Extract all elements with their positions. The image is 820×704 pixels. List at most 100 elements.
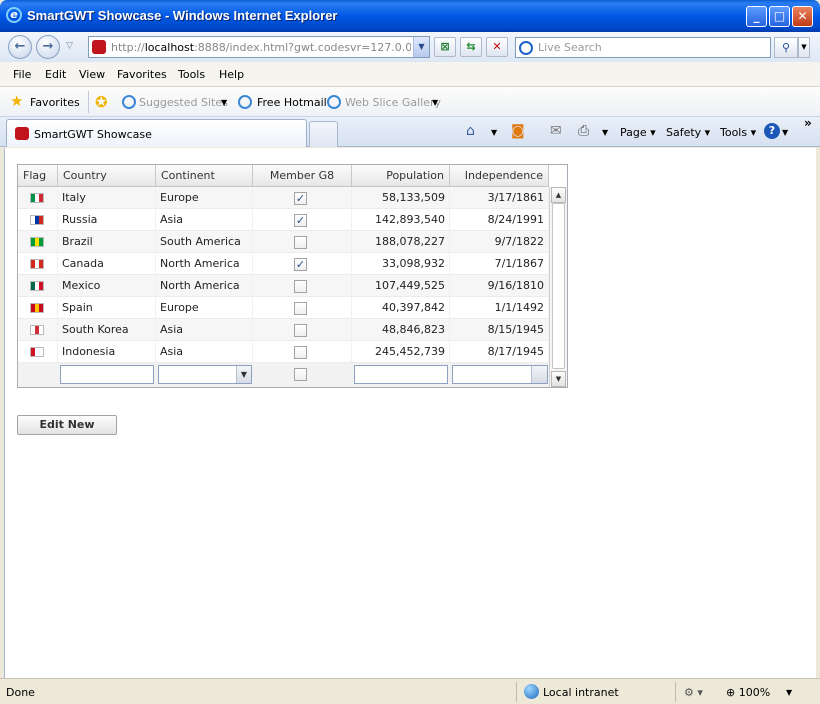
country-cell: Spain	[58, 297, 156, 319]
favorites-button[interactable]: Favorites	[30, 96, 80, 109]
menu-file[interactable]: File	[13, 68, 31, 81]
table-row[interactable]: Canada North America ✓ 33,098,932 7/1/1867	[18, 253, 549, 275]
suggested-sites-dropdown-icon[interactable]: ▼	[221, 98, 227, 107]
country-cell: Indonesia	[58, 341, 156, 363]
scroll-up-icon[interactable]: ▲	[551, 187, 566, 203]
header-member-g8[interactable]: Member G8	[253, 165, 352, 187]
member-g8-edit-checkbox[interactable]	[294, 368, 307, 381]
address-bar[interactable]: http://localhost:8888/index.html?gwt.cod…	[88, 36, 430, 58]
continent-cell: South America	[156, 231, 253, 253]
search-input[interactable]: Live Search	[515, 37, 771, 58]
header-population[interactable]: Population	[352, 165, 450, 187]
help-dropdown-icon[interactable]: ▼	[782, 128, 788, 137]
continent-edit-select[interactable]: ▼	[158, 365, 252, 384]
table-row[interactable]: Brazil South America 188,078,227 9/7/1822	[18, 231, 549, 253]
table-row[interactable]: Italy Europe ✓ 58,133,509 3/17/1861	[18, 187, 549, 209]
stop-button[interactable]: ✕	[486, 37, 508, 57]
table-row[interactable]: Indonesia Asia 245,452,739 8/17/1945	[18, 341, 549, 363]
flag-icon	[30, 281, 44, 291]
table-row[interactable]: Spain Europe 40,397,842 1/1/1492	[18, 297, 549, 319]
population-edit-input[interactable]	[354, 365, 448, 384]
zoom-level[interactable]: ⊕ 100%	[726, 686, 770, 699]
status-divider	[675, 682, 676, 702]
continent-cell: North America	[156, 253, 253, 275]
flag-cell	[18, 341, 58, 363]
intranet-zone-icon	[524, 684, 539, 699]
menu-bar: File Edit View Favorites Tools Help	[0, 62, 820, 87]
compatibility-view-button[interactable]: ⊠	[434, 37, 456, 57]
free-hotmail-link[interactable]: Free Hotmail	[257, 96, 327, 109]
continent-cell: Europe	[156, 187, 253, 209]
help-icon[interactable]: ?	[764, 123, 780, 139]
member-g8-checkbox[interactable]	[294, 280, 307, 293]
independence-edit-input[interactable]	[452, 365, 548, 384]
maximize-button[interactable]: □	[769, 6, 790, 27]
new-tab-button[interactable]	[309, 121, 338, 147]
page-menu[interactable]: Page ▾	[620, 126, 656, 139]
address-url[interactable]: http://localhost:8888/index.html?gwt.cod…	[111, 41, 411, 54]
title-bar: e SmartGWT Showcase - Windows Internet E…	[0, 0, 820, 32]
country-edit-input[interactable]	[60, 365, 154, 384]
menu-view[interactable]: View	[79, 68, 105, 81]
tab-smartgwt-showcase[interactable]: SmartGWT Showcase	[6, 119, 307, 147]
grid-vertical-scrollbar[interactable]: ▲ ▼	[549, 187, 567, 387]
home-icon[interactable]: ⌂	[466, 123, 475, 139]
search-options-button[interactable]: ▼	[798, 37, 810, 58]
refresh-button[interactable]: ⇆	[460, 37, 482, 57]
member-g8-checkbox[interactable]: ✓	[294, 192, 307, 205]
population-cell: 33,098,932	[352, 253, 450, 275]
scroll-thumb[interactable]	[552, 203, 565, 369]
back-button[interactable]: ←	[8, 35, 32, 59]
web-slice-gallery-link[interactable]: Web Slice Gallery	[345, 96, 441, 109]
suggested-sites-link[interactable]: Suggested Sites	[139, 96, 228, 109]
country-cell: Brazil	[58, 231, 156, 253]
member-g8-checkbox[interactable]	[294, 324, 307, 337]
flag-cell	[18, 253, 58, 275]
scroll-down-icon[interactable]: ▼	[551, 371, 566, 387]
header-country[interactable]: Country	[58, 165, 156, 187]
menu-help[interactable]: Help	[219, 68, 244, 81]
chevron-down-icon[interactable]: ▼	[236, 366, 251, 383]
feeds-icon[interactable]: ◙	[511, 123, 525, 139]
forward-button[interactable]: →	[36, 35, 60, 59]
print-icon[interactable]: ⎙	[578, 123, 589, 139]
table-row[interactable]: Mexico North America 107,449,525 9/16/1810	[18, 275, 549, 297]
member-g8-cell	[253, 341, 352, 363]
member-g8-cell	[253, 275, 352, 297]
address-dropdown-button[interactable]: ▼	[413, 37, 429, 57]
member-g8-checkbox[interactable]	[294, 346, 307, 359]
home-dropdown-icon[interactable]: ▼	[491, 128, 497, 137]
tools-menu[interactable]: Tools ▾	[720, 126, 756, 139]
header-continent[interactable]: Continent	[156, 165, 253, 187]
flag-icon	[30, 347, 44, 357]
menu-favorites[interactable]: Favorites	[117, 68, 167, 81]
table-row[interactable]: Russia Asia ✓ 142,893,540 8/24/1991	[18, 209, 549, 231]
member-g8-checkbox[interactable]: ✓	[294, 258, 307, 271]
history-dropdown-icon[interactable]: ▽	[66, 41, 73, 51]
member-g8-checkbox[interactable]: ✓	[294, 214, 307, 227]
member-g8-checkbox[interactable]	[294, 236, 307, 249]
print-dropdown-icon[interactable]: ▼	[602, 128, 608, 137]
web-slice-dropdown-icon[interactable]: ▼	[432, 98, 438, 107]
read-mail-icon[interactable]: ✉	[550, 123, 562, 139]
continent-cell: Asia	[156, 209, 253, 231]
tab-favicon-icon	[15, 127, 29, 140]
close-button[interactable]: ✕	[792, 6, 813, 27]
safety-menu[interactable]: Safety ▾	[666, 126, 710, 139]
minimize-button[interactable]: _	[746, 6, 767, 27]
table-row[interactable]: South Korea Asia 48,846,823 8/15/1945	[18, 319, 549, 341]
protected-mode-icon[interactable]: ⚙ ▾	[684, 686, 703, 699]
member-g8-checkbox[interactable]	[294, 302, 307, 315]
header-flag[interactable]: Flag	[18, 165, 58, 187]
zoom-dropdown-icon[interactable]: ▼	[786, 688, 792, 697]
continent-cell: Europe	[156, 297, 253, 319]
flag-icon	[30, 215, 44, 225]
menu-tools[interactable]: Tools	[178, 68, 205, 81]
search-button[interactable]: ⚲	[774, 37, 798, 58]
add-to-favorites-icon[interactable]: ✪	[95, 93, 108, 111]
menu-edit[interactable]: Edit	[45, 68, 66, 81]
calendar-icon[interactable]	[531, 366, 547, 383]
header-independence[interactable]: Independence	[450, 165, 549, 187]
toolbar-overflow-icon[interactable]: »	[804, 116, 812, 130]
edit-new-button[interactable]: Edit New	[17, 415, 117, 435]
